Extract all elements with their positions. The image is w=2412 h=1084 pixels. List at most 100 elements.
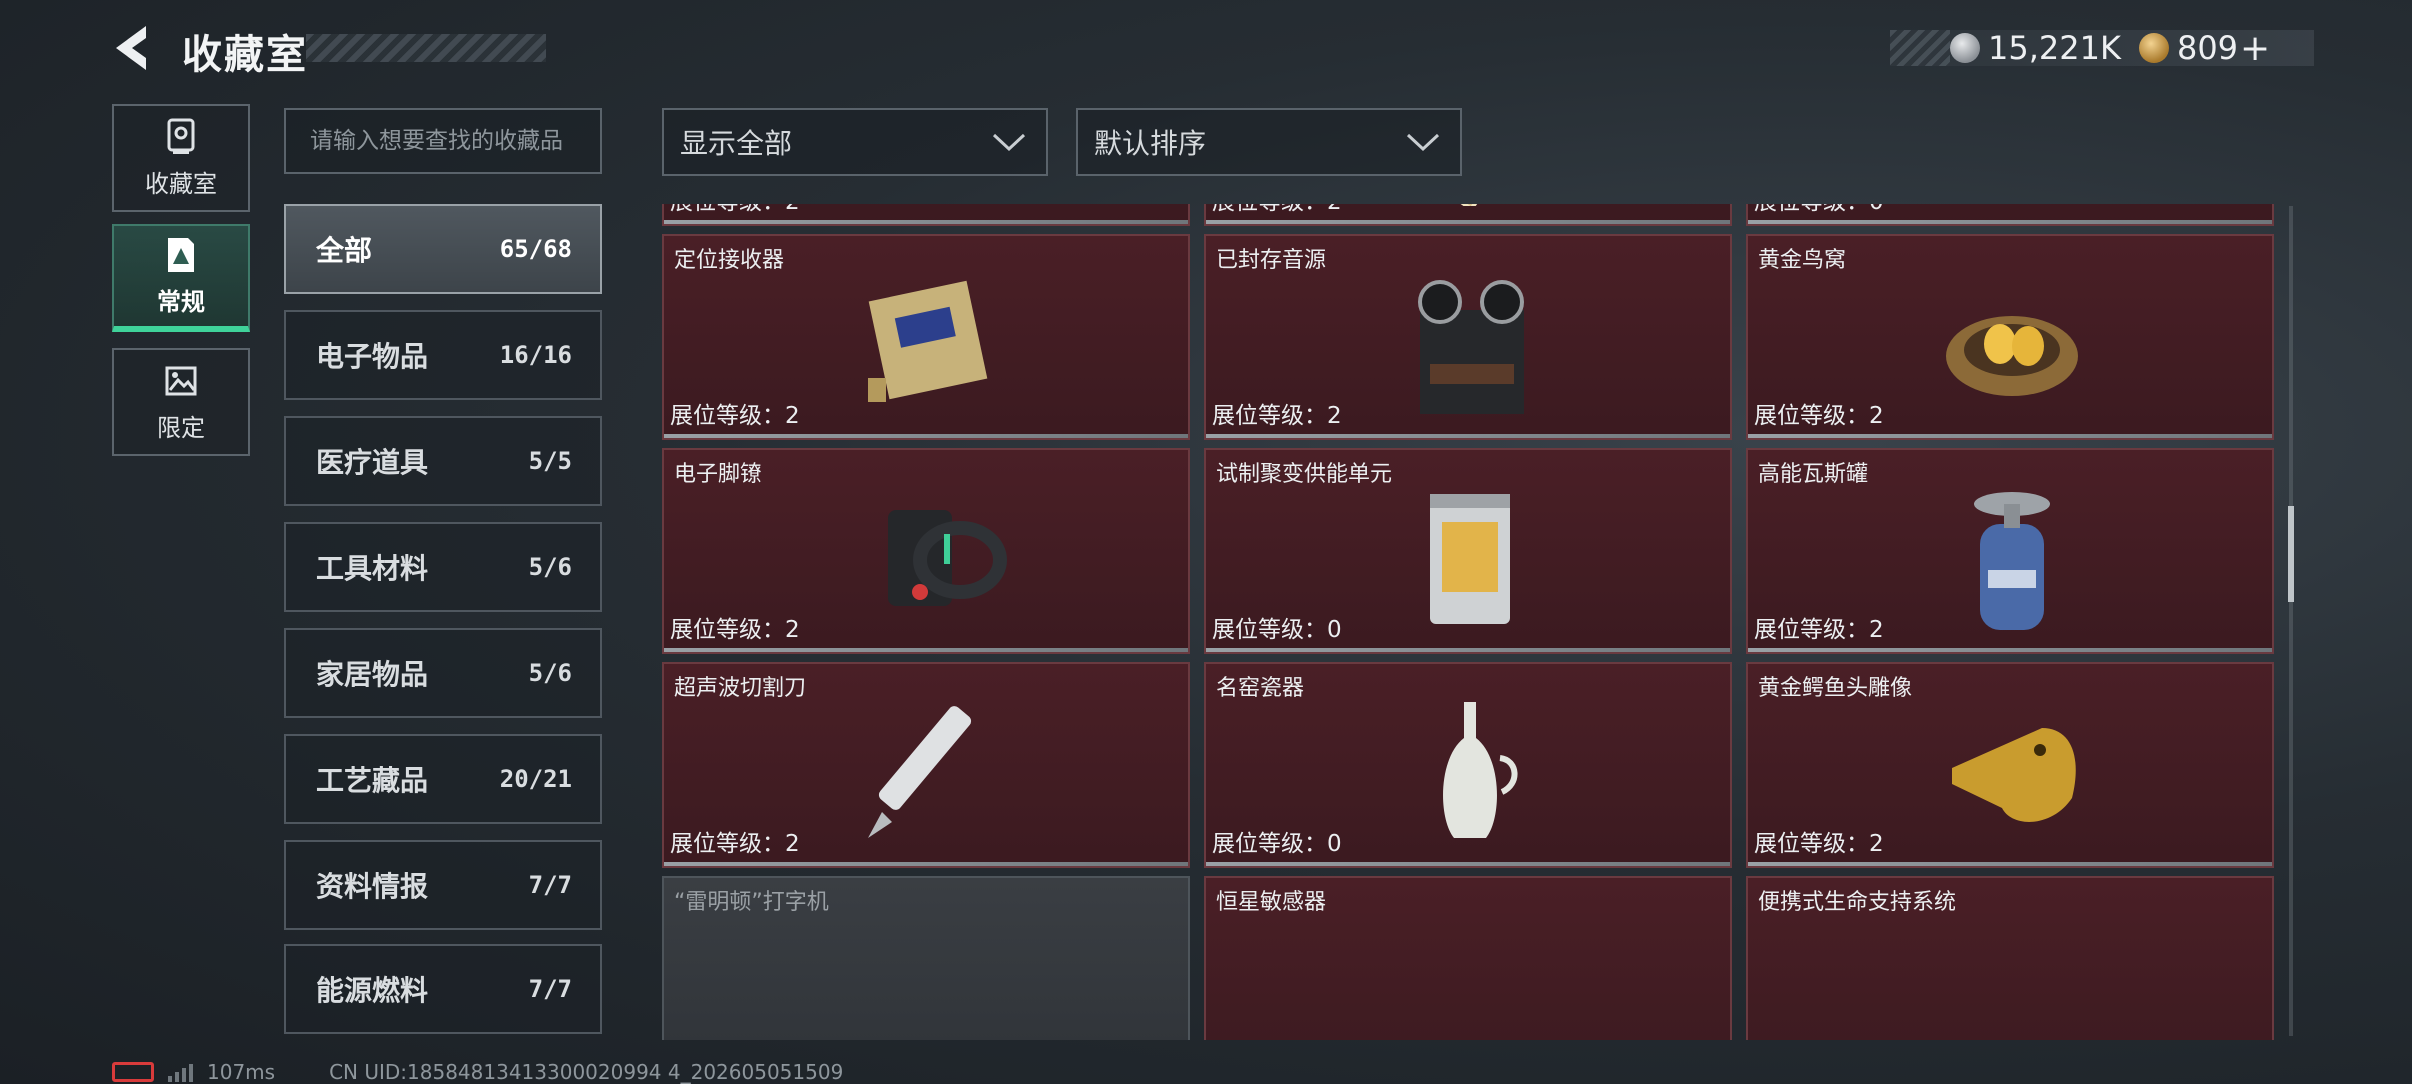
category-count: 5/6 <box>528 553 572 581</box>
ping-value: 107ms <box>207 1060 276 1084</box>
category-count: 5/5 <box>528 447 572 475</box>
rail-label: 常规 <box>157 287 205 316</box>
item-name: 高能瓦斯罐 <box>1758 462 1869 487</box>
category-household[interactable]: 家居物品 5/6 <box>284 628 602 718</box>
scrollbar-thumb[interactable] <box>2288 506 2294 602</box>
reel-recorder-icon <box>1418 280 1524 414</box>
category-count: 7/7 <box>528 975 572 1003</box>
rail-item-limited[interactable]: 限定 <box>112 348 250 456</box>
ankle-monitor-icon <box>888 510 1007 606</box>
item-name: 电子脚镣 <box>674 462 763 487</box>
category-medical[interactable]: 医疗道具 5/5 <box>284 416 602 506</box>
category-name: 医疗道具 <box>316 446 429 479</box>
rail-item-collection[interactable]: 收藏室 <box>112 104 250 212</box>
booth-level: 展位等级：2 <box>1754 831 1884 857</box>
silver-coin-icon <box>1950 33 1980 63</box>
rail-label: 收藏室 <box>145 169 217 198</box>
category-fuel[interactable]: 能源燃料 7/7 <box>284 944 602 1034</box>
chevron-down-icon <box>992 133 1026 152</box>
collection-card[interactable]: 试制聚变供能单元 展位等级：0 <box>1204 448 1732 654</box>
collection-card[interactable]: 名窑瓷器 展位等级：0 <box>1204 662 1732 868</box>
collection-card[interactable]: 电子脚镣 展位等级：2 <box>662 448 1190 654</box>
golden-croc-head-icon <box>1952 728 2076 822</box>
gold-currency: 809 + <box>2138 28 2270 69</box>
category-name: 家居物品 <box>316 658 429 691</box>
category-name: 工艺藏品 <box>316 764 429 797</box>
collection-card[interactable]: 恒星敏感器 <box>1204 876 1732 1040</box>
booth-level: 展位等级：2 <box>1212 204 1342 216</box>
collection-card[interactable]: 黄金鸟窝 展位等级：2 <box>1746 234 2274 440</box>
ultrasonic-knife-icon <box>868 706 972 838</box>
currency-bar: 15,221K 809 + <box>1890 28 2314 69</box>
filter-dropdown[interactable]: 显示全部 <box>662 108 1048 176</box>
sort-dropdown[interactable]: 默认排序 <box>1076 108 1462 176</box>
category-count: 20/21 <box>499 765 572 793</box>
gold-amount: 809 <box>2176 29 2239 67</box>
booth-level: 展位等级：2 <box>670 204 800 216</box>
filter-value: 显示全部 <box>680 127 793 160</box>
category-electronics[interactable]: 电子物品 16/16 <box>284 310 602 400</box>
item-name: 黄金鳄鱼头雕像 <box>1758 676 1913 701</box>
category-count: 5/6 <box>528 659 572 687</box>
gold-coin-icon <box>2138 33 2169 63</box>
ornate-card-icon <box>1402 204 1538 206</box>
item-name: 便携式生命支持系统 <box>1758 890 1957 915</box>
category-crafts[interactable]: 工艺藏品 20/21 <box>284 734 602 824</box>
fusion-cell-icon <box>1430 494 1510 624</box>
collection-card-locked[interactable]: “雷明顿”打字机 <box>662 876 1190 1040</box>
category-intel[interactable]: 资料情报 7/7 <box>284 840 602 930</box>
booth-level: 展位等级：0 <box>1212 831 1342 857</box>
booth-level: 展位等级：2 <box>1754 617 1884 643</box>
card-icon <box>168 237 194 272</box>
collection-grid[interactable]: 展位等级：2 展位等级：2 展位等级：0 定位接收器 <box>660 204 2276 1040</box>
collection-card[interactable]: 定位接收器 展位等级：2 <box>662 234 1190 440</box>
back-arrow-icon[interactable] <box>112 24 156 72</box>
collection-card[interactable]: 高能瓦斯罐 展位等级：2 <box>1746 448 2274 654</box>
collection-card[interactable]: 超声波切割刀 展位等级：2 <box>662 662 1190 868</box>
sort-value: 默认排序 <box>1094 127 1207 160</box>
item-name: 恒星敏感器 <box>1216 890 1327 915</box>
booth-level: 展位等级：2 <box>1754 403 1884 429</box>
battery-low-icon <box>112 1062 154 1082</box>
collection-card[interactable]: 已封存音源 展位等级：2 <box>1204 234 1732 440</box>
search-input[interactable] <box>284 108 602 174</box>
gold-frame-painting-icon <box>1932 204 2092 206</box>
chevron-down-icon <box>1406 133 1440 152</box>
silver-amount: 15,221K <box>1988 29 2121 67</box>
category-name: 资料情报 <box>316 870 429 903</box>
item-name: 名窑瓷器 <box>1216 676 1305 701</box>
category-count: 16/16 <box>499 341 572 369</box>
category-tools[interactable]: 工具材料 5/6 <box>284 522 602 612</box>
category-name: 能源燃料 <box>316 974 429 1007</box>
booth-level: 展位等级：2 <box>670 831 800 857</box>
booth-level: 展位等级：0 <box>1212 617 1342 643</box>
category-count: 7/7 <box>528 871 572 899</box>
porcelain-vase-icon <box>1443 702 1518 838</box>
silver-currency: 15,221K <box>1950 29 2121 67</box>
category-name: 全部 <box>316 234 373 267</box>
collection-card[interactable]: 便携式生命支持系统 <box>1746 876 2274 1040</box>
category-all[interactable]: 全部 65/68 <box>284 204 602 294</box>
collection-card[interactable]: 黄金鳄鱼头雕像 展位等级：2 <box>1746 662 2274 868</box>
signal-icon <box>168 1062 193 1082</box>
gps-receiver-icon <box>868 280 988 402</box>
rail-item-regular[interactable]: 常规 <box>112 224 250 332</box>
flashlight-keychain-icon <box>848 204 1008 206</box>
category-count: 65/68 <box>499 235 572 263</box>
user-uid: CN UID:18584813413300020994 4_2026050515… <box>329 1060 844 1084</box>
golden-nest-icon <box>1946 316 2078 396</box>
title-decoration <box>306 34 546 62</box>
page-title: 收藏室 <box>182 32 308 78</box>
collection-card[interactable]: 展位等级：2 <box>1204 204 1732 226</box>
collection-card[interactable]: 展位等级：0 <box>1746 204 2274 226</box>
category-name: 工具材料 <box>316 552 429 585</box>
item-name: 黄金鸟窝 <box>1758 248 1847 273</box>
collection-card[interactable]: 展位等级：2 <box>662 204 1190 226</box>
booth-level: 展位等级：2 <box>670 617 800 643</box>
item-name: 已封存音源 <box>1216 248 1327 273</box>
item-name: “雷明顿”打字机 <box>674 890 829 915</box>
add-currency-button[interactable]: + <box>2240 28 2270 69</box>
image-icon <box>165 366 197 395</box>
category-name: 电子物品 <box>316 340 429 373</box>
scrollbar-track[interactable] <box>2289 206 2293 1036</box>
